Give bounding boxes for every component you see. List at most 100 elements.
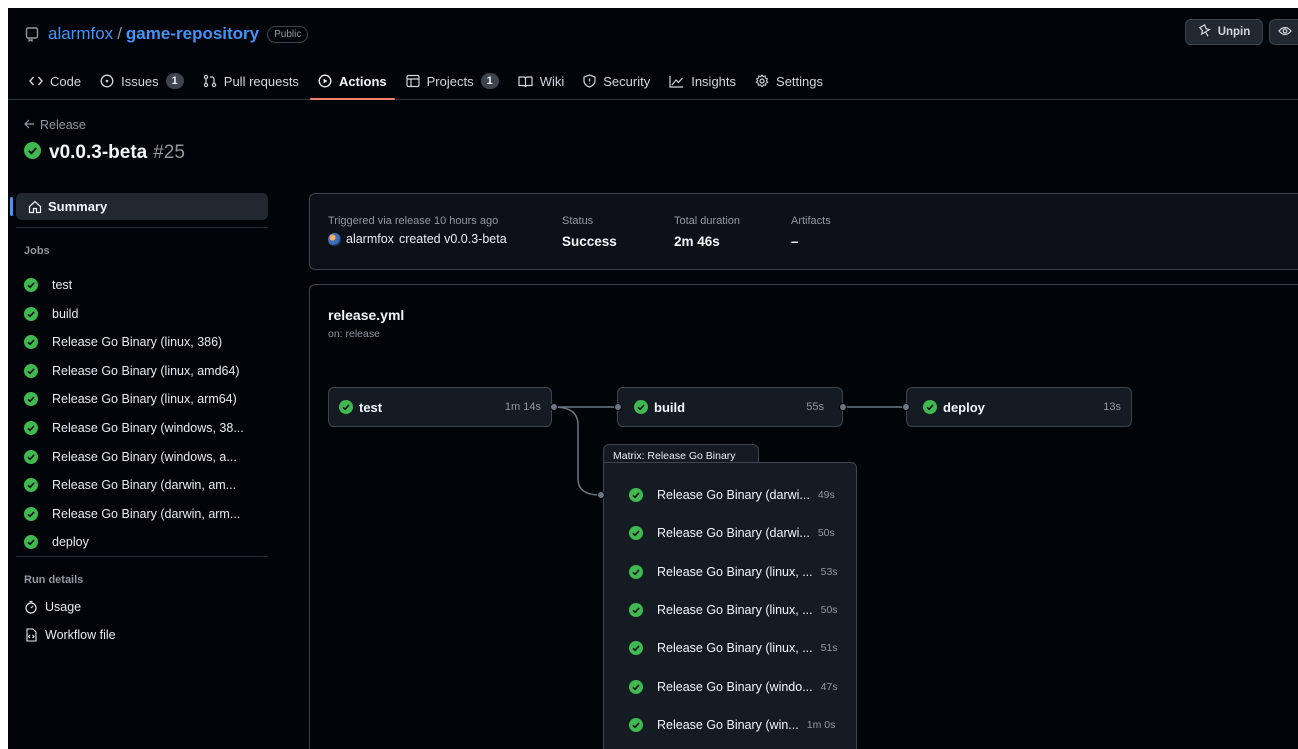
job-label: test: [359, 399, 383, 415]
job-label: Release Go Binary (windo...: [657, 679, 813, 694]
tab-projects[interactable]: Projects 1: [398, 68, 507, 94]
matrix-job-item[interactable]: Release Go Binary (linux, ... 51s: [629, 638, 838, 658]
sidebar-job-item[interactable]: test: [24, 274, 264, 296]
tab-pull-requests[interactable]: Pull requests: [195, 68, 307, 94]
success-check-icon: [24, 392, 45, 407]
job-label: Release Go Binary (linux, amd64): [52, 363, 240, 378]
job-label: test: [52, 278, 73, 292]
tab-wiki[interactable]: Wiki: [510, 68, 573, 94]
tab-settings[interactable]: Settings: [747, 68, 831, 94]
job-duration: 13s: [1103, 401, 1121, 413]
job-label: Release Go Binary (linux, 386): [52, 335, 223, 350]
matrix-job-item[interactable]: Release Go Binary (linux, ... 50s: [629, 600, 838, 620]
matrix-job-item[interactable]: Release Go Binary (linux, ... 53s: [629, 562, 838, 582]
tab-label: Code: [50, 73, 82, 89]
tab-actions[interactable]: Actions: [309, 68, 395, 100]
status-info: Status Success: [562, 215, 617, 249]
success-check-icon: [24, 478, 45, 493]
file-code-icon: [26, 628, 37, 642]
job-label: Release Go Binary (linux, ...: [657, 564, 813, 579]
artifacts-label: Artifacts: [791, 215, 831, 227]
success-check-icon: [629, 679, 650, 694]
repo-title: alarmfox / game-repository Public: [25, 23, 309, 45]
connector-test-matrix: [553, 406, 601, 496]
success-check-icon: [24, 335, 45, 350]
sidebar-item-workflow-file[interactable]: Workflow file: [24, 624, 264, 646]
job-duration: 49s: [817, 489, 835, 501]
trigger-text: created v0.0.3-beta: [398, 232, 507, 246]
matrix-job-item[interactable]: Release Go Binary (win... 1m 0s: [629, 715, 835, 735]
tab-code[interactable]: Code: [21, 68, 89, 94]
success-check-icon: [629, 564, 650, 579]
job-duration: 1m 14s: [504, 401, 541, 413]
run-title: v0.0.3-beta #25: [24, 141, 185, 165]
sidebar-job-item[interactable]: Release Go Binary (windows, a...: [24, 446, 264, 468]
job-label: Release Go Binary (darwi...: [657, 526, 810, 541]
job-label: Release Go Binary (darwin, am...: [52, 478, 237, 493]
tab-issues[interactable]: Issues 1: [92, 68, 192, 94]
matrix-job-item[interactable]: Release Go Binary (windo... 47s: [629, 677, 838, 697]
divider: [16, 227, 268, 228]
workflow-graph-card: release.yml on: release test 1m 14s buil…: [309, 284, 1298, 749]
watch-button[interactable]: [1269, 19, 1298, 45]
pull-request-icon: [203, 74, 216, 88]
job-duration: 50s: [817, 527, 835, 540]
job-label: Release Go Binary (linux, ...: [657, 641, 813, 656]
eye-icon: [1278, 25, 1292, 40]
code-icon: [29, 76, 43, 86]
tab-security[interactable]: Security: [575, 68, 658, 94]
job-label: deploy: [52, 535, 89, 550]
sidebar-job-item[interactable]: Release Go Binary (darwin, arm...: [24, 503, 264, 525]
arrow-left-icon: [24, 118, 35, 132]
repo-owner-link[interactable]: alarmfox: [48, 24, 113, 44]
job-label: Release Go Binary (linux, ...: [657, 602, 813, 617]
summary-label: Summary: [48, 199, 108, 214]
sidebar-job-item[interactable]: Release Go Binary (windows, 38...: [24, 417, 264, 439]
success-check-icon: [629, 602, 650, 617]
trigger-user-link[interactable]: alarmfox: [346, 232, 394, 246]
job-label: Release Go Binary (windows, a...: [52, 449, 237, 464]
play-icon: [318, 74, 332, 88]
success-check-icon: [629, 717, 650, 732]
success-check-icon: [629, 526, 650, 541]
sidebar-job-item[interactable]: deploy: [24, 531, 264, 553]
job-label: Release Go Binary (linux, arm64): [52, 392, 237, 407]
success-check-icon: [24, 363, 45, 378]
sidebar-job-item[interactable]: Release Go Binary (linux, 386): [24, 331, 264, 353]
success-check-icon: [629, 488, 650, 502]
stopwatch-icon: [25, 600, 37, 614]
jobs-heading: Jobs: [24, 245, 50, 257]
tab-insights[interactable]: Insights: [661, 68, 744, 94]
sidebar-job-item[interactable]: Release Go Binary (darwin, am...: [24, 474, 264, 496]
tab-label: Issues: [121, 73, 159, 89]
success-check-icon: [339, 400, 353, 414]
artifacts-info: Artifacts –: [791, 215, 831, 249]
back-to-workflow-link[interactable]: Release: [24, 118, 86, 132]
input-node-dot: [597, 491, 605, 499]
success-check-icon: [24, 278, 45, 292]
output-node-dot: [550, 403, 558, 411]
job-node-deploy[interactable]: deploy 13s: [906, 387, 1132, 427]
run-details-heading: Run details: [24, 574, 84, 586]
job-node-test[interactable]: test 1m 14s: [328, 387, 552, 427]
output-node-dot: [839, 403, 847, 411]
matrix-job-item[interactable]: Release Go Binary (darwi... 50s: [629, 523, 835, 543]
matrix-job-item[interactable]: Release Go Binary (darwi... 49s: [629, 485, 835, 505]
sidebar-job-item[interactable]: Release Go Binary (linux, amd64): [24, 360, 264, 382]
issue-icon: [100, 74, 114, 88]
job-node-build[interactable]: build 55s: [617, 387, 843, 427]
home-icon: [28, 200, 42, 213]
pin-icon: [1198, 23, 1212, 41]
input-node-dot: [902, 403, 910, 411]
back-label: Release: [40, 118, 86, 132]
sidebar-item-usage[interactable]: Usage: [24, 596, 264, 618]
projects-counter: 1: [480, 73, 499, 89]
sidebar-item-summary[interactable]: Summary: [10, 193, 268, 220]
repo-name-link[interactable]: game-repository: [126, 24, 259, 44]
sidebar-job-item[interactable]: Release Go Binary (linux, arm64): [24, 388, 264, 410]
job-duration: 53s: [820, 565, 838, 578]
unpin-button[interactable]: Unpin: [1185, 19, 1263, 45]
trigger-value: alarmfox created v0.0.3-beta: [328, 232, 507, 246]
sidebar-job-item[interactable]: build: [24, 303, 264, 325]
job-label: Release Go Binary (win...: [657, 717, 799, 732]
